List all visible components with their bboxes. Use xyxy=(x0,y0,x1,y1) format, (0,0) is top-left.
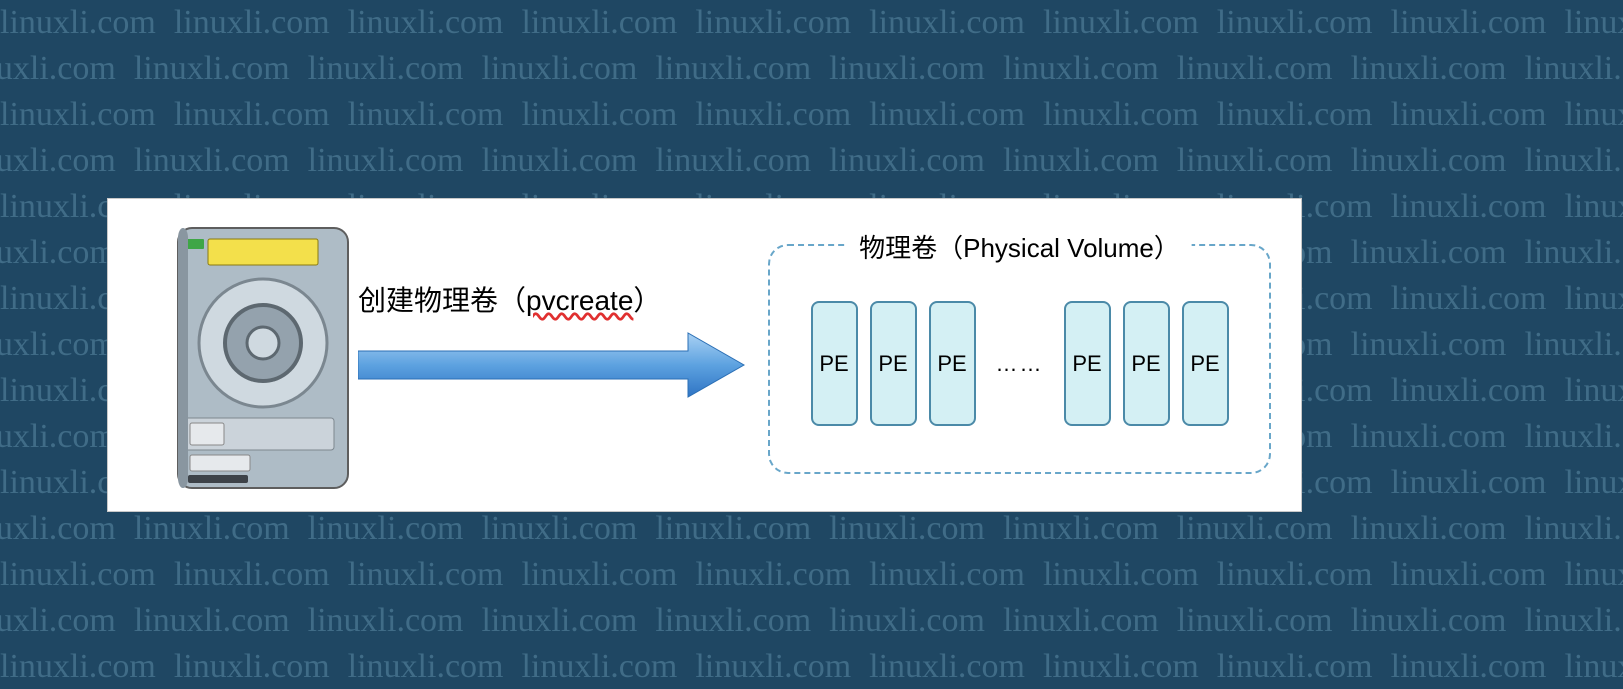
arrow-icon xyxy=(358,325,746,405)
pe-label: PE xyxy=(819,351,848,377)
pe-block: PE xyxy=(1064,301,1111,426)
hard-disk-icon xyxy=(148,213,378,503)
arrow-area: 创建物理卷（pvcreate） xyxy=(358,279,746,405)
physical-volume-box: 物理卷（Physical Volume） PE PE PE …… PE PE P… xyxy=(768,244,1271,474)
pe-block: PE xyxy=(1182,301,1229,426)
pe-label: PE xyxy=(1190,351,1219,377)
pe-block: PE xyxy=(870,301,917,426)
pe-ellipsis: …… xyxy=(996,351,1044,377)
arrow-caption: 创建物理卷（pvcreate） xyxy=(358,279,746,319)
pe-label: PE xyxy=(1131,351,1160,377)
pe-label: PE xyxy=(1072,351,1101,377)
pv-title: 物理卷（Physical Volume） xyxy=(847,228,1192,265)
pe-label: PE xyxy=(937,351,966,377)
arrow-caption-command: pvcreate xyxy=(526,285,633,316)
pe-label: PE xyxy=(878,351,907,377)
slide-page: linuxli.comlinuxli.comlinuxli.comlinuxli… xyxy=(0,0,1623,689)
pe-row: PE PE PE …… PE PE PE xyxy=(770,301,1269,426)
diagram-panel: 创建物理卷（pvcreate） 物理卷（Physical Volume） PE … xyxy=(107,198,1302,512)
pe-block: PE xyxy=(811,301,858,426)
pe-block: PE xyxy=(929,301,976,426)
arrow-caption-prefix: 创建物理卷（ xyxy=(358,285,526,316)
pe-block: PE xyxy=(1123,301,1170,426)
arrow-caption-suffix: ） xyxy=(633,285,661,316)
